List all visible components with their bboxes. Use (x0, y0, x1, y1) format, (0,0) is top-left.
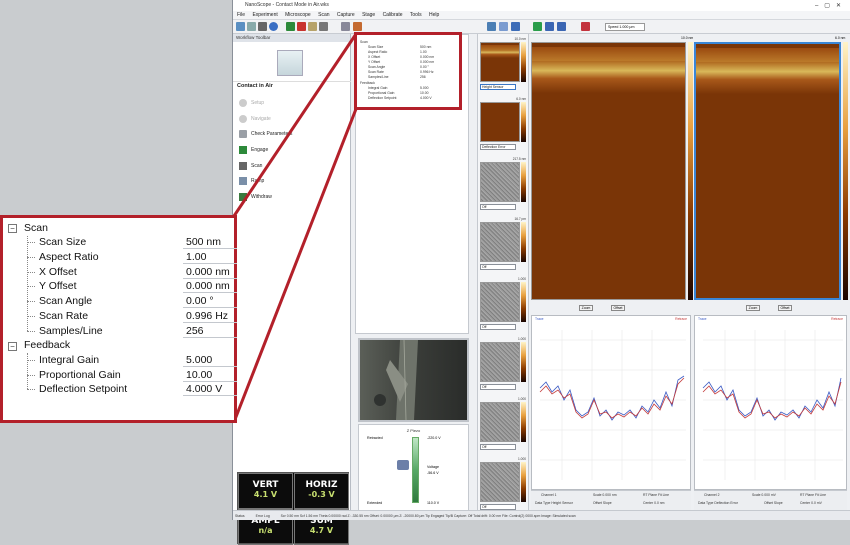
deflection-setpoint-label: Deflection Setpoint (39, 383, 128, 395)
tree-branch (27, 257, 35, 258)
samples-line-value[interactable]: 256 (183, 325, 237, 338)
parameter-zoom-callout: − Scan Scan Size 500 nm Aspect Ratio 1.0… (0, 215, 237, 423)
y-offset-label: Y Offset (39, 280, 77, 292)
tree-branch (27, 272, 35, 273)
scan-section-label[interactable]: Scan (24, 222, 48, 234)
deflection-setpoint-value[interactable]: 4.000 V (183, 383, 237, 396)
collapse-scan-icon[interactable]: − (8, 224, 17, 233)
collapse-feedback-icon[interactable]: − (8, 342, 17, 351)
tree-branch (27, 301, 35, 302)
scan-angle-value[interactable]: 0.00 ° (183, 295, 237, 308)
proportional-gain-label: Proportional Gain (39, 369, 121, 381)
meter-ampl-value: n/a (258, 526, 273, 535)
integral-gain-value[interactable]: 5.000 (183, 354, 237, 367)
tree-branch (27, 389, 35, 390)
scan-angle-label: Scan Angle (39, 295, 93, 307)
tree-branch (27, 360, 35, 361)
y-offset-value[interactable]: 0.000 nm (183, 280, 237, 293)
meter-sum-value: 4.7 V (309, 526, 334, 535)
tree-branch (27, 242, 35, 243)
x-offset-label: X Offset (39, 266, 77, 278)
tree-branch (27, 286, 35, 287)
scan-size-label: Scan Size (39, 236, 87, 248)
scan-size-value[interactable]: 500 nm (183, 236, 237, 249)
x-offset-value[interactable]: 0.000 nm (183, 266, 237, 279)
scan-rate-value[interactable]: 0.996 Hz (183, 310, 237, 323)
integral-gain-label: Integral Gain (39, 354, 100, 366)
tree-branch (27, 375, 35, 376)
tree-branch (27, 331, 35, 332)
feedback-tree-line (27, 353, 28, 389)
scan-rate-label: Scan Rate (39, 310, 89, 322)
samples-line-label: Samples/Line (39, 325, 103, 337)
proportional-gain-value[interactable]: 10.00 (183, 369, 237, 382)
feedback-section-label[interactable]: Feedback (24, 339, 70, 351)
tree-branch (27, 316, 35, 317)
aspect-ratio-label: Aspect Ratio (39, 251, 99, 263)
aspect-ratio-value[interactable]: 1.00 (183, 251, 237, 264)
